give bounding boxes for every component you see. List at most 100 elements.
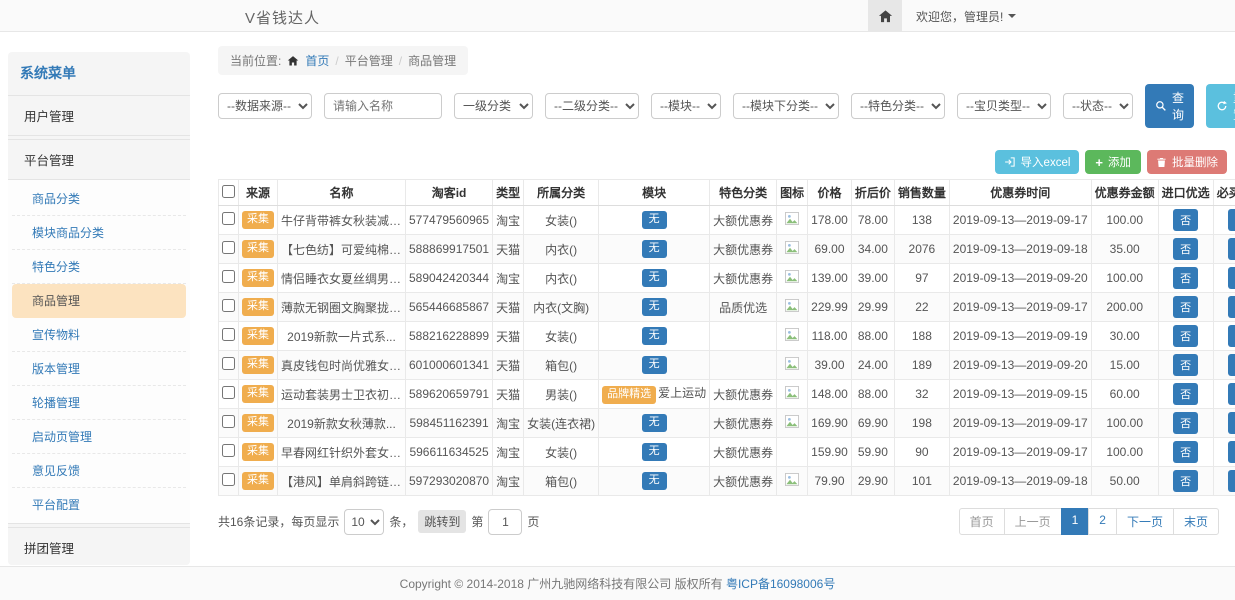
- import-excel-label: 导入excel: [1021, 154, 1071, 170]
- row-checkbox[interactable]: [222, 415, 235, 428]
- sidebar-subitem-6[interactable]: 轮播管理: [12, 386, 186, 420]
- import-select-toggle[interactable]: 否: [1173, 296, 1198, 318]
- taoke-id: 596611634525: [406, 438, 493, 467]
- must-buy-toggle[interactable]: 否: [1228, 238, 1235, 260]
- page-button-5[interactable]: 末页: [1173, 508, 1219, 535]
- import-select-toggle[interactable]: 否: [1173, 383, 1198, 405]
- sidebar-subitem-9[interactable]: 平台配置: [12, 488, 186, 521]
- select-all-checkbox[interactable]: [222, 185, 235, 198]
- user-menu[interactable]: 欢迎您，管理员!: [902, 8, 1030, 25]
- sidebar-subitem-3[interactable]: 商品管理: [12, 284, 186, 318]
- coupon-amount: 100.00: [1091, 264, 1158, 293]
- must-buy-toggle[interactable]: 否: [1228, 412, 1235, 434]
- sidebar-group-0[interactable]: 用户管理: [8, 95, 190, 136]
- sidebar-subitem-5[interactable]: 版本管理: [12, 352, 186, 386]
- column-header-10: 销售数量: [894, 180, 949, 206]
- search-button[interactable]: 查询: [1145, 84, 1194, 128]
- row-checkbox[interactable]: [222, 241, 235, 254]
- row-checkbox[interactable]: [222, 473, 235, 486]
- import-excel-button[interactable]: 导入excel: [995, 150, 1080, 174]
- sidebar-group-2[interactable]: 拼团管理: [8, 527, 190, 565]
- filter-select-7[interactable]: --宝贝类型--: [957, 93, 1051, 119]
- product-type: 淘宝: [493, 438, 524, 467]
- column-header-8: 价格: [808, 180, 852, 206]
- filter-select-4[interactable]: --模块--: [651, 93, 721, 119]
- row-checkbox[interactable]: [222, 357, 235, 370]
- sidebar-subitem-4[interactable]: 宣传物料: [12, 318, 186, 352]
- taoke-id: 565446685867: [406, 293, 493, 322]
- picture-placeholder-icon: [785, 299, 799, 312]
- filter-select-3[interactable]: --二级分类--: [545, 93, 639, 119]
- import-select-toggle[interactable]: 否: [1173, 325, 1198, 347]
- import-select-toggle[interactable]: 否: [1173, 470, 1198, 492]
- source-badge: 采集: [242, 327, 274, 344]
- must-buy-toggle[interactable]: 否: [1228, 325, 1235, 347]
- page-button-2[interactable]: 1: [1061, 508, 1090, 535]
- welcome-text: 欢迎您，管理员!: [916, 8, 1003, 25]
- import-select-toggle[interactable]: 否: [1173, 209, 1198, 231]
- product-category: 男装(): [524, 380, 599, 409]
- product-name: 【港风】单肩斜跨链条...: [278, 467, 406, 496]
- page-button-0[interactable]: 首页: [959, 508, 1005, 535]
- import-select-toggle[interactable]: 否: [1173, 238, 1198, 260]
- table-row: 采集早春网红针织外套女春...596611634525淘宝女装()无大额优惠券1…: [219, 438, 1235, 467]
- must-buy-toggle[interactable]: 否: [1228, 470, 1235, 492]
- page-number-input[interactable]: [488, 509, 522, 535]
- sidebar-group-1[interactable]: 平台管理: [8, 139, 190, 180]
- module-badge: 品牌精选: [602, 386, 656, 403]
- table-row: 采集【七色纺】可爱纯棉家...588869917501天猫内衣()无大额优惠券6…: [219, 235, 1235, 264]
- column-header-13: 进口优选: [1158, 180, 1213, 206]
- import-select-toggle[interactable]: 否: [1173, 354, 1198, 376]
- coupon-amount: 100.00: [1091, 409, 1158, 438]
- row-checkbox[interactable]: [222, 299, 235, 312]
- per-page-select[interactable]: 10: [344, 509, 384, 535]
- import-select-toggle[interactable]: 否: [1173, 267, 1198, 289]
- add-button[interactable]: + 添加: [1085, 150, 1141, 174]
- must-buy-toggle[interactable]: 否: [1228, 296, 1235, 318]
- must-buy-toggle[interactable]: 否: [1228, 383, 1235, 405]
- sidebar-subitem-8[interactable]: 意见反馈: [12, 454, 186, 488]
- icon-cell: [777, 293, 808, 322]
- must-buy-toggle[interactable]: 否: [1228, 267, 1235, 289]
- import-select-toggle[interactable]: 否: [1173, 441, 1198, 463]
- sidebar-subitem-7[interactable]: 启动页管理: [12, 420, 186, 454]
- import-select-toggle[interactable]: 否: [1173, 412, 1198, 434]
- must-buy-toggle[interactable]: 否: [1228, 209, 1235, 231]
- table-row: 采集情侣睡衣女夏丝绸男士...589042420344淘宝内衣()无大额优惠券1…: [219, 264, 1235, 293]
- breadcrumb-home-link[interactable]: 首页: [305, 52, 329, 69]
- batch-delete-label: 批量删除: [1172, 154, 1218, 170]
- filter-select-0[interactable]: --数据来源--: [218, 93, 312, 119]
- reset-button[interactable]: 重置: [1206, 84, 1235, 128]
- module-badge: 无: [642, 298, 667, 315]
- coupon-time: 2019-09-13—2019-09-17: [949, 293, 1091, 322]
- filter-select-8[interactable]: --状态--: [1063, 93, 1133, 119]
- row-checkbox[interactable]: [222, 270, 235, 283]
- page-button-3[interactable]: 2: [1088, 508, 1117, 535]
- module-badge: 无: [642, 327, 667, 344]
- sidebar-subitem-2[interactable]: 特色分类: [12, 250, 186, 284]
- must-buy-toggle[interactable]: 否: [1228, 441, 1235, 463]
- row-checkbox[interactable]: [222, 386, 235, 399]
- pagination-bar: 共16条记录，每页显示 10 条， 跳转到 第 页 首页上一页12下一页末页: [218, 508, 1227, 535]
- filter-select-5[interactable]: --模块下分类--: [733, 93, 839, 119]
- jump-to-button[interactable]: 跳转到: [418, 510, 466, 533]
- page-button-1[interactable]: 上一页: [1004, 508, 1062, 535]
- row-checkbox[interactable]: [222, 212, 235, 225]
- filter-select-2[interactable]: 一级分类: [454, 93, 533, 119]
- batch-delete-button[interactable]: 批量删除: [1147, 150, 1227, 174]
- product-type: 天猫: [493, 235, 524, 264]
- sidebar-subitem-0[interactable]: 商品分类: [12, 182, 186, 216]
- must-buy-toggle[interactable]: 否: [1228, 354, 1235, 376]
- row-checkbox[interactable]: [222, 444, 235, 457]
- icp-link[interactable]: 粤ICP备16098006号: [726, 575, 835, 592]
- sidebar-subitem-1[interactable]: 模块商品分类: [12, 216, 186, 250]
- home-button[interactable]: [868, 0, 902, 32]
- coupon-time: 2019-09-13—2019-09-18: [949, 235, 1091, 264]
- discount-price: 39.00: [851, 264, 894, 293]
- sales-count: 2076: [894, 235, 949, 264]
- page-button-4[interactable]: 下一页: [1116, 508, 1174, 535]
- name-search-input[interactable]: [324, 93, 442, 119]
- filter-select-6[interactable]: --特色分类--: [851, 93, 945, 119]
- row-checkbox[interactable]: [222, 328, 235, 341]
- picture-placeholder-icon: [785, 328, 799, 341]
